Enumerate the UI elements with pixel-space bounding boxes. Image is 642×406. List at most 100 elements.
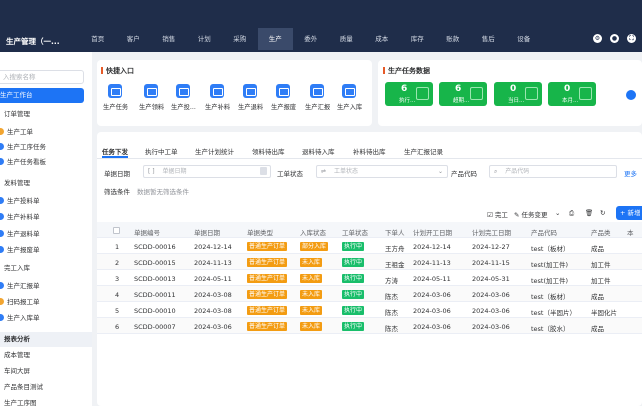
column-header[interactable]: 计划完工日期 [472,227,511,237]
column-header[interactable]: 下单人 [385,227,405,237]
nav-item[interactable]: 销售 [151,28,187,50]
sidebar-item[interactable]: 报表分析 [0,332,92,347]
cell-person: 陈杰 [385,325,398,333]
delete-icon[interactable]: 🗑 [585,209,593,217]
column-header[interactable]: 单据编号 [134,227,160,237]
nav-item[interactable]: 计划 [187,28,223,50]
search-icon: ⌕ [494,168,498,175]
sidebar-item[interactable]: 成本管理 [0,348,92,363]
sidebar-item[interactable]: 生产入库单 [0,311,92,326]
code-filter-input[interactable]: ⌕ 产品代码 [489,165,617,178]
sidebar-item[interactable]: 生产补料单 [0,210,92,225]
quick-entry-item[interactable]: 生产补料 [205,84,230,111]
fullscreen-icon[interactable]: ⛶ [627,34,636,43]
column-header[interactable]: 工单状态 [342,227,368,237]
cell-category: 加工件 [591,277,611,285]
sidebar-item[interactable]: 生产报废单 [0,243,92,258]
sidebar-item-label: 生产报废单 [7,246,40,254]
column-header[interactable]: 单据日期 [194,227,220,237]
sidebar-item[interactable]: 生产工单 [0,125,92,140]
nav-item[interactable]: 首页 [80,28,116,50]
quick-entry-item[interactable]: 生产汇报 [305,84,331,111]
sidebar-item[interactable]: 生产汇报单 [0,279,92,294]
quick-entry-item[interactable]: 生产投... [171,84,196,111]
quick-entry-label: 生产汇报 [305,104,331,111]
task-change-button[interactable]: ✎ 任务变更 [514,209,548,219]
quick-entry-item[interactable]: 生产退料 [238,84,263,111]
sidebar-item[interactable]: 生产工作台 [0,88,84,103]
cell-code[interactable]: SCDD-00016 [134,243,176,251]
sidebar-item-label: 生产入库单 [7,314,40,322]
add-button[interactable]: + 新增 [616,206,642,220]
tab[interactable]: 补料待出库 [353,146,386,156]
stat-card[interactable]: 0 当日... [494,82,542,106]
filter-conditions-text: 数据暂无筛选条件 [137,188,189,196]
more-filters-link[interactable]: 更多 [624,168,637,178]
nav-item[interactable]: 质量 [329,28,365,50]
sidebar-item[interactable]: 生产任务看板 [0,155,92,170]
nav-item[interactable]: 账款 [435,28,471,50]
cell-person: 陈杰 [385,293,398,301]
sidebar-item[interactable]: 订单管理 [0,107,92,122]
cell-code[interactable]: SCDD-00011 [134,291,176,299]
quick-entry-item[interactable]: 生产领料 [139,84,164,111]
select-all-checkbox[interactable] [113,227,120,234]
cell-code[interactable]: SCDD-00007 [134,323,176,331]
quick-entry-item[interactable]: 生产入库 [337,84,362,111]
finish-button[interactable]: ☑ 完工 [487,209,508,219]
app-title[interactable]: 生产管理（一... [6,36,60,47]
column-header[interactable]: 产品代码 [531,227,557,237]
settings-icon[interactable]: ⚙ [593,34,602,43]
nav-item[interactable]: 售后 [471,28,507,50]
column-header[interactable]: 产品类 [591,227,611,237]
column-header[interactable]: 本 [627,227,634,237]
cell-date: 2024-03-08 [194,307,232,315]
tab[interactable]: 生产计划统计 [195,146,234,156]
column-header[interactable]: 计划开工日期 [413,227,452,237]
cell-end: 2024-03-06 [472,323,510,331]
stat-card[interactable]: 6 执行... [385,82,433,106]
sidebar-item[interactable]: 发料管理 [0,176,92,191]
sidebar-item[interactable]: 生产工序图 [0,396,92,406]
quick-entry-item[interactable]: 生产报废 [271,84,296,111]
sidebar-item[interactable]: 生产退料单 [0,227,92,242]
nav-item[interactable]: 客户 [116,28,152,50]
sidebar-item[interactable]: 完工入库 [0,261,92,276]
nav-item[interactable]: 成本 [364,28,400,50]
sidebar-item[interactable]: 车间大屏 [0,364,92,379]
user-icon[interactable]: ● [610,34,619,43]
column-header[interactable]: 单据类型 [247,227,273,237]
status-filter-select[interactable]: ⇌ 工单状态 ⌄ [316,165,448,178]
sidebar-item[interactable]: 扫码报工单 [0,295,92,310]
tab[interactable]: 任务下发 [102,146,128,156]
nav-item[interactable]: 委外 [293,28,329,50]
nav-item[interactable]: 库存 [400,28,436,50]
cell-code[interactable]: SCDD-00015 [134,259,176,267]
cell-product: test（板材） [531,245,570,253]
date-clear-icon[interactable] [260,167,267,175]
tab[interactable]: 生产汇报记录 [404,146,443,156]
cell-code[interactable]: SCDD-00010 [134,307,176,315]
tab[interactable]: 执行中工单 [145,146,178,156]
quick-entry-label: 生产任务 [103,104,129,111]
nav-item[interactable]: 采购 [222,28,258,50]
sidebar-item[interactable]: 生产工序任务 [0,140,92,155]
quick-entry-item[interactable]: 生产任务 [103,84,129,111]
stat-card[interactable]: 6 超期... [439,82,487,106]
nav-item[interactable]: 设备 [506,28,542,50]
refresh-icon[interactable]: ↻ [600,209,605,217]
scroll-right-icon[interactable] [626,90,636,100]
sidebar-search-input[interactable]: 入搜索名称 [0,70,84,84]
cell-code[interactable]: SCDD-00013 [134,275,176,283]
sidebar-item[interactable]: 产品条目测试 [0,380,92,395]
column-header[interactable]: 入库状态 [300,227,326,237]
row-number: 1 [115,243,120,251]
tab[interactable]: 退料待入库 [302,146,335,156]
date-filter-input[interactable]: [ ] 单据日期 [143,165,271,178]
print-icon[interactable]: ⎙ [569,209,574,218]
stat-card[interactable]: 0 本月... [548,82,596,106]
more-actions-icon[interactable]: ⌄ [555,209,560,217]
sidebar-item[interactable]: 生产投料单 [0,194,92,209]
tab[interactable]: 领料待出库 [252,146,285,156]
nav-item[interactable]: 生产 [257,28,293,50]
